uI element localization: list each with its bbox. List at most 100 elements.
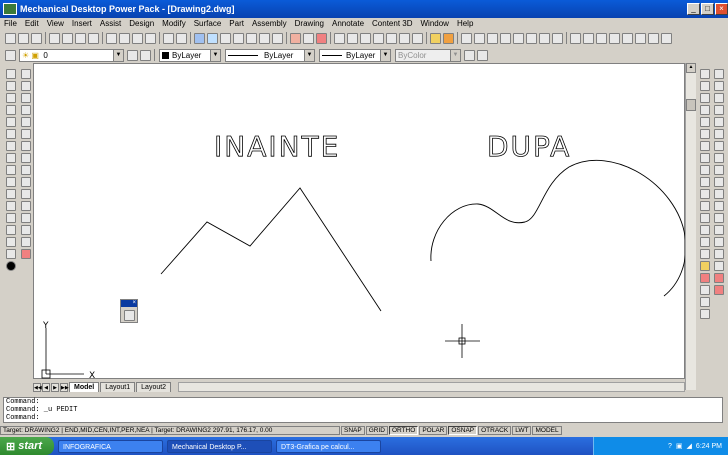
view-ucs-icon[interactable] — [661, 32, 672, 44]
donut-icon[interactable] — [6, 261, 16, 271]
edit-polyline-icon[interactable] — [123, 310, 135, 321]
horizontal-scrollbar[interactable] — [178, 382, 685, 392]
tool-palettes-icon[interactable] — [233, 32, 244, 44]
view-back-icon[interactable] — [648, 32, 659, 44]
zoom-object-icon[interactable] — [552, 32, 563, 44]
circle-icon[interactable] — [6, 141, 16, 151]
layer-previous-icon[interactable] — [140, 49, 151, 61]
break-icon[interactable] — [21, 213, 31, 223]
ellipse-icon[interactable] — [6, 165, 16, 175]
move-icon[interactable] — [21, 129, 31, 139]
dim-continue-icon[interactable] — [700, 165, 710, 175]
zoom-dynamic-icon[interactable] — [539, 32, 550, 44]
drawing-canvas[interactable]: INAINTE DUPA Y X × — [33, 63, 686, 380]
task-dt3-grafica[interactable]: DT3-Grafica pe calcul... — [276, 439, 381, 453]
task-infografica[interactable]: INFOGRAFICA — [58, 439, 163, 453]
toggle-polar[interactable]: POLAR — [419, 426, 448, 435]
zoom-scale-icon[interactable] — [513, 32, 524, 44]
dim-aligned-icon[interactable] — [700, 81, 710, 91]
zoom-window-icon[interactable] — [360, 32, 371, 44]
toggle-lwt[interactable]: LWT — [512, 426, 532, 435]
view-top-icon[interactable] — [570, 32, 581, 44]
zoom-previous-icon[interactable] — [373, 32, 384, 44]
mass-props-icon[interactable] — [714, 285, 724, 295]
explode-icon[interactable] — [21, 249, 31, 259]
task-mechanical-desktop[interactable]: Mechanical Desktop P... — [167, 439, 272, 453]
polyline-after-curve[interactable] — [430, 159, 686, 297]
surface-text-icon[interactable] — [700, 261, 710, 271]
tab-layout1[interactable]: Layout1 — [100, 382, 136, 392]
maximize-button[interactable]: □ — [701, 3, 714, 15]
fillet-icon[interactable] — [21, 237, 31, 247]
menu-assembly[interactable]: Assembly — [248, 19, 291, 28]
cut-icon[interactable] — [106, 32, 117, 44]
toggle-snap[interactable]: SNAP — [341, 426, 365, 435]
erase-icon[interactable] — [21, 69, 31, 79]
color-combo[interactable]: ByLayer ▼ — [159, 48, 221, 62]
leader-icon[interactable] — [700, 177, 710, 187]
design-center-icon[interactable] — [207, 32, 218, 44]
network-tray-icon[interactable]: ▣ — [676, 442, 683, 450]
dim-edit-icon[interactable] — [700, 213, 710, 223]
measure-icon[interactable] — [464, 49, 475, 61]
menu-help[interactable]: Help — [453, 19, 477, 28]
extend-icon[interactable] — [21, 201, 31, 211]
toggle-otrack[interactable]: OTRACK — [478, 426, 512, 435]
dim-angular-icon[interactable] — [700, 129, 710, 139]
open-file-icon[interactable] — [18, 32, 29, 44]
lineweight-combo[interactable]: ByLayer ▼ — [319, 48, 391, 62]
prev-tab-icon[interactable]: ◀ — [42, 383, 50, 392]
arc-icon[interactable] — [6, 129, 16, 139]
surface-edit-icon[interactable] — [700, 273, 710, 283]
menu-surface[interactable]: Surface — [190, 19, 226, 28]
work-plane-icon[interactable] — [714, 225, 724, 235]
menu-window[interactable]: Window — [417, 19, 453, 28]
chevron-down-icon[interactable]: ▼ — [380, 49, 390, 61]
match-properties-icon[interactable] — [145, 32, 156, 44]
offset-icon[interactable] — [21, 105, 31, 115]
redo-icon[interactable] — [176, 32, 187, 44]
part-sketch-icon[interactable] — [714, 69, 724, 79]
help-icon[interactable] — [430, 32, 441, 44]
zoom-center-icon[interactable] — [526, 32, 537, 44]
scroll-thumb[interactable] — [686, 99, 696, 111]
face-split-icon[interactable] — [714, 213, 724, 223]
zoom-realtime-icon[interactable] — [347, 32, 358, 44]
block-icon[interactable] — [259, 32, 270, 44]
rectangle-icon[interactable] — [6, 117, 16, 127]
quick-dim-icon[interactable] — [700, 141, 710, 151]
update-part-icon[interactable] — [714, 261, 724, 271]
profile-icon[interactable] — [714, 81, 724, 91]
view-bottom-icon[interactable] — [635, 32, 646, 44]
zoom-all-icon[interactable] — [487, 32, 498, 44]
layer-combo[interactable]: ☀ ▣ 0 ▼ — [19, 48, 124, 62]
dim-style-icon[interactable] — [700, 249, 710, 259]
vertical-scrollbar[interactable]: ▲ — [685, 63, 696, 390]
revolve-icon[interactable] — [714, 129, 724, 139]
view-right-icon[interactable] — [609, 32, 620, 44]
menu-modify[interactable]: Modify — [158, 19, 190, 28]
line-icon[interactable] — [6, 69, 16, 79]
next-tab-icon[interactable]: ▶ — [51, 383, 59, 392]
distance-icon[interactable] — [477, 49, 488, 61]
stretch-icon[interactable] — [21, 165, 31, 175]
polygon-icon[interactable] — [6, 105, 16, 115]
surface-trim-icon[interactable] — [700, 285, 710, 295]
dim-baseline-icon[interactable] — [700, 153, 710, 163]
menu-content-3d[interactable]: Content 3D — [368, 19, 416, 28]
region-icon[interactable] — [6, 237, 16, 247]
menu-annotate[interactable]: Annotate — [328, 19, 368, 28]
menu-insert[interactable]: Insert — [68, 19, 96, 28]
command-line[interactable]: Command: Command: _u PEDIT Command: — [3, 397, 723, 423]
extrude-icon[interactable] — [714, 117, 724, 127]
polyline-before[interactable] — [160, 187, 382, 312]
copy-object-icon[interactable] — [21, 81, 31, 91]
floating-toolbar-titlebar[interactable]: × — [121, 300, 137, 307]
tolerance-icon[interactable] — [700, 189, 710, 199]
tab-layout2[interactable]: Layout2 — [136, 382, 172, 392]
close-icon[interactable]: × — [132, 300, 137, 307]
fillet-part-icon[interactable] — [714, 177, 724, 187]
work-point-icon[interactable] — [714, 249, 724, 259]
toggle-model[interactable]: MODEL — [532, 426, 562, 435]
surface-fillet-icon[interactable] — [700, 309, 710, 319]
